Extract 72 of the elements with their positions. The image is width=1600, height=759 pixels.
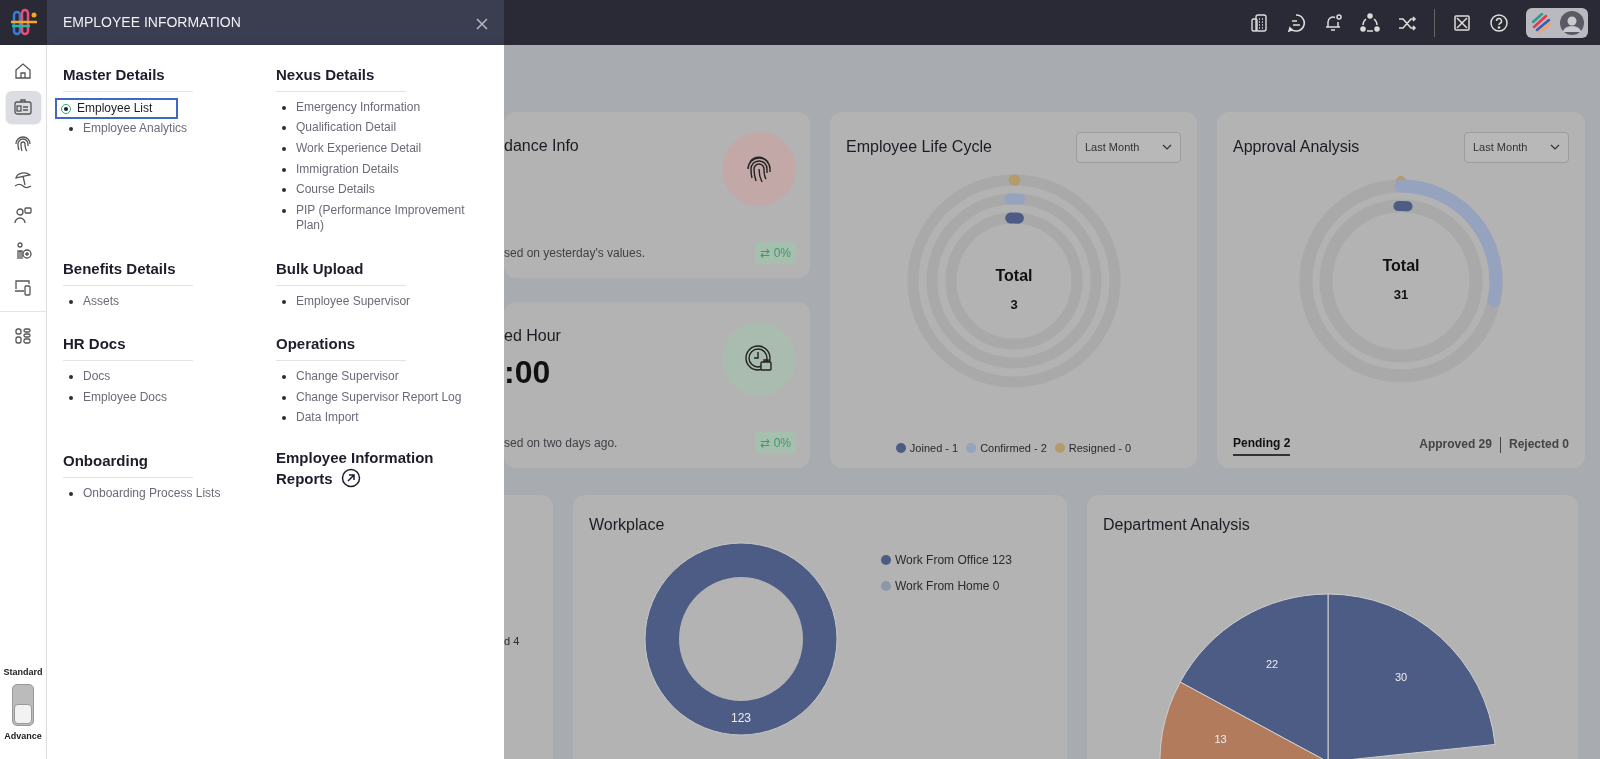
- status-tab[interactable]: Rejected 0: [1508, 435, 1569, 455]
- menu-item[interactable]: Qualification Detail: [276, 118, 494, 139]
- menu-item[interactable]: Employee Analytics: [63, 119, 276, 140]
- section-title: Nexus Details: [276, 66, 406, 92]
- external-link-icon[interactable]: [340, 467, 361, 488]
- section-title: Bulk Upload: [276, 259, 406, 286]
- menu-item[interactable]: Emergency Information: [276, 97, 494, 119]
- panel-title: EMPLOYEE INFORMATION: [63, 13, 241, 32]
- change-indicator: ⇄ 0%: [755, 242, 796, 264]
- legend-item: Work From Office 123: [881, 551, 1012, 569]
- card-title: Department Analysis: [1103, 515, 1251, 535]
- caret-icon: [1550, 144, 1560, 151]
- legend-item: Resigned - 0: [1054, 439, 1132, 456]
- section-title: HR Docs: [63, 335, 193, 361]
- section-title: Operations: [276, 335, 406, 361]
- menu-item[interactable]: PIP (Performance Improvement Plan): [276, 200, 494, 237]
- menu-item[interactable]: Change Supervisor Report Log: [276, 387, 494, 409]
- mode-label: Standard: [3, 666, 43, 679]
- menu-item[interactable]: Employee List: [55, 97, 179, 120]
- menu-item[interactable]: Course Details: [276, 180, 494, 201]
- total-label: Total: [1382, 256, 1420, 274]
- legend-item: Joined - 1: [895, 439, 959, 456]
- card-note: sed on two days ago.: [504, 435, 618, 452]
- chat-icon[interactable]: [1286, 12, 1306, 33]
- avatar-icon: [1560, 10, 1584, 35]
- menu-item[interactable]: Work Experience Detail: [276, 138, 494, 160]
- building-icon[interactable]: [1249, 12, 1269, 33]
- data-label: 123: [731, 711, 751, 725]
- legend-text: d 4: [504, 633, 520, 649]
- profile-button[interactable]: [1526, 7, 1588, 38]
- notification-icon[interactable]: [1323, 12, 1343, 33]
- mode-switch[interactable]: [12, 683, 34, 726]
- logo-icon: [1530, 11, 1552, 34]
- section-title: Benefits Details: [63, 259, 193, 286]
- card-title: ed Hour: [504, 326, 561, 346]
- section-title[interactable]: Employee Information Reports: [276, 448, 466, 495]
- legend-item: Confirmed - 2: [966, 439, 1047, 456]
- menu-item[interactable]: Employee Docs: [63, 387, 276, 409]
- status-tab[interactable]: Approved 29: [1419, 435, 1492, 455]
- data-label: 22: [1265, 658, 1279, 671]
- menu-item[interactable]: Data Import: [276, 408, 494, 429]
- legend-item: Work From Home 0: [881, 577, 1012, 595]
- data-label: 13: [1214, 732, 1227, 745]
- status-tab[interactable]: Pending 2: [1233, 434, 1291, 456]
- hour-value: :00: [504, 353, 552, 392]
- menu-item[interactable]: Immigration Details: [276, 159, 494, 181]
- period-dropdown[interactable]: Last Month: [1464, 132, 1569, 163]
- menu-item[interactable]: Onboarding Process Lists: [63, 483, 276, 505]
- menu-item[interactable]: Assets: [63, 291, 276, 313]
- fullscreen-icon[interactable]: [1452, 12, 1472, 33]
- card-note: sed on yesterday's values.: [504, 245, 646, 262]
- change-indicator: ⇄ 0%: [755, 432, 796, 454]
- card-title: dance Info: [504, 136, 579, 156]
- section-title: Onboarding: [63, 451, 193, 478]
- menu-item[interactable]: Change Supervisor: [276, 367, 494, 388]
- total-label: Total: [995, 266, 1032, 284]
- total-value: 31: [1393, 286, 1409, 302]
- card-title: Workplace: [589, 515, 666, 535]
- period-dropdown[interactable]: Last Month: [1076, 132, 1181, 163]
- help-icon[interactable]: [1489, 12, 1509, 33]
- caret-icon: [1162, 144, 1172, 151]
- mode-label: Advance: [4, 729, 42, 743]
- total-value: 3: [1009, 296, 1018, 312]
- menu-item[interactable]: Employee Supervisor: [276, 291, 494, 313]
- id-card-icon[interactable]: [5, 91, 41, 123]
- section-title: Master Details: [63, 66, 193, 92]
- share-icon[interactable]: [1360, 12, 1380, 33]
- menu-item[interactable]: Docs: [63, 367, 276, 388]
- card-title: Employee Life Cycle: [846, 137, 992, 158]
- data-label: 30: [1394, 670, 1408, 683]
- logo-icon[interactable]: [8, 7, 39, 38]
- card-title: Approval Analysis: [1233, 137, 1360, 158]
